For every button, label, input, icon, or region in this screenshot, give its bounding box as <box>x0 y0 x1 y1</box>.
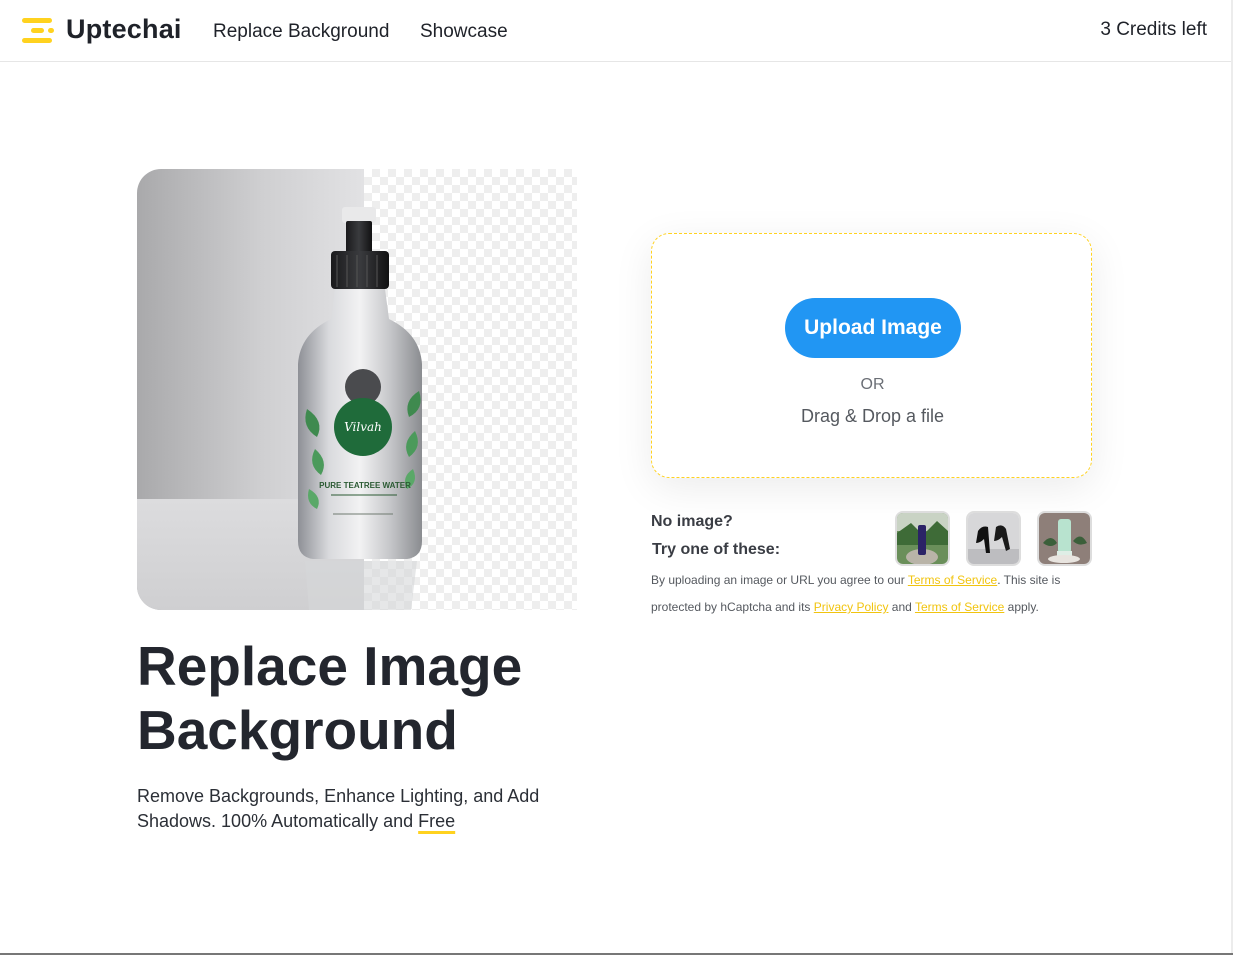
hero-before-after-image: Vilvah PURE TEATREE WATER <box>137 169 577 610</box>
upload-dropzone[interactable]: Upload Image OR Drag & Drop a file <box>651 233 1092 478</box>
label-product-text: PURE TEATREE WATER <box>319 481 411 490</box>
title-line-2: Background <box>137 699 458 761</box>
upload-image-button[interactable]: Upload Image <box>785 298 961 358</box>
terms-of-service-link[interactable]: Terms of Service <box>908 573 997 587</box>
no-image-label: No image? <box>651 513 733 530</box>
sample-thumbnail-2[interactable] <box>966 511 1021 566</box>
sample-thumbnail-3[interactable] <box>1037 511 1092 566</box>
nav-showcase[interactable]: Showcase <box>420 21 508 43</box>
legal-suffix: apply. <box>1004 600 1039 614</box>
try-samples-label: Try one of these: <box>652 541 781 558</box>
privacy-policy-link[interactable]: Privacy Policy <box>814 600 889 614</box>
top-navbar: Uptechai Replace Background Showcase 3 C… <box>0 0 1233 62</box>
title-line-1: Replace Image <box>137 635 523 697</box>
label-brand-text: Vilvah <box>344 420 382 434</box>
page-subtitle: Remove Backgrounds, Enhance Lighting, an… <box>137 784 567 834</box>
terms-of-service-link-2[interactable]: Terms of Service <box>915 600 1004 614</box>
legal-prefix: By uploading an image or URL you agree t… <box>651 573 908 587</box>
page-title: Replace Image Background <box>137 634 597 762</box>
brand-logo[interactable]: Uptechai <box>22 14 182 45</box>
subtitle-text: Remove Backgrounds, Enhance Lighting, an… <box>137 786 540 831</box>
product-bottle-image: Vilvah PURE TEATREE WATER <box>298 207 422 610</box>
nav-replace-background[interactable]: Replace Background <box>213 21 389 43</box>
legal-disclaimer: By uploading an image or URL you agree t… <box>651 567 1096 621</box>
logo-bars-icon <box>22 15 56 45</box>
brand-name: Uptechai <box>66 14 182 44</box>
subtitle-free-highlight: Free <box>418 811 456 831</box>
sample-thumbnail-1[interactable] <box>895 511 950 566</box>
legal-and: and <box>888 600 915 614</box>
or-divider-text: OR <box>860 376 885 393</box>
credits-counter: 3 Credits left <box>1100 19 1207 40</box>
drag-drop-hint: Drag & Drop a file <box>800 406 945 426</box>
